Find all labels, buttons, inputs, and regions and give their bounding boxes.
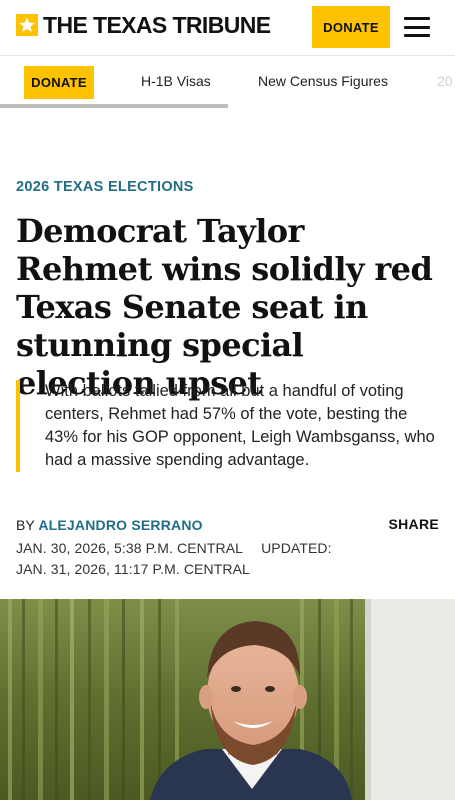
nav-link-h1b-visas[interactable]: H-1B Visas — [141, 73, 211, 89]
updated-label: UPDATED: — [261, 540, 332, 556]
dateline: JAN. 30, 2026, 5:38 P.M. CENTRAL UPDATED:… — [16, 538, 436, 580]
author-link[interactable]: Alejandro Serrano — [38, 517, 202, 533]
topic-nav: DONATE H-1B Visas New Census Figures 20 — [0, 57, 455, 109]
logo-text: THE TEXAS TRIBUNE — [43, 11, 271, 38]
site-header: THE TEXAS TRIBUNE DONATE — [0, 0, 455, 56]
article-headline: Democrat Taylor Rehmet wins solidly red … — [16, 212, 433, 402]
star-icon — [16, 14, 38, 36]
byline-prefix: BY — [16, 517, 35, 533]
nav-donate-button[interactable]: DONATE — [24, 66, 94, 99]
nav-link-new-census-figures[interactable]: New Census Figures — [258, 73, 388, 89]
nav-scrollbar[interactable] — [0, 104, 228, 108]
share-button[interactable]: SHARE — [388, 516, 439, 532]
nav-link-truncated[interactable]: 20 — [437, 73, 453, 89]
updated-date: JAN. 31, 2026, 11:17 P.M. CENTRAL — [16, 561, 250, 577]
site-logo[interactable]: THE TEXAS TRIBUNE — [16, 10, 271, 40]
article-summary: With ballots tallied from all but a hand… — [16, 380, 436, 472]
article-photo — [0, 599, 455, 800]
byline: BY Alejandro Serrano — [16, 517, 203, 533]
published-date: JAN. 30, 2026, 5:38 P.M. CENTRAL — [16, 540, 244, 556]
hamburger-menu-icon[interactable] — [402, 14, 432, 40]
article-kicker[interactable]: 2026 TEXAS ELECTIONS — [16, 179, 194, 195]
donate-button[interactable]: DONATE — [312, 6, 390, 48]
